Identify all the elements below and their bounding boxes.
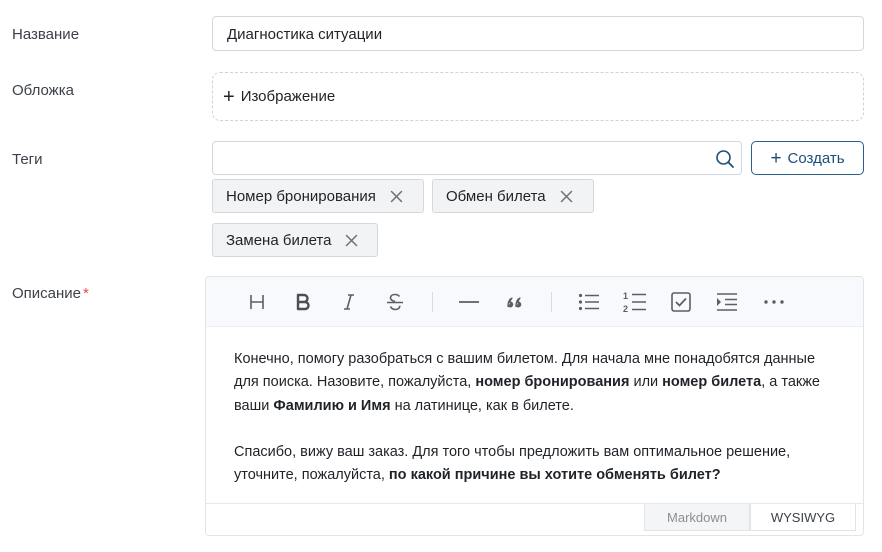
name-label: Название	[12, 26, 80, 43]
cover-label: Обложка	[12, 82, 74, 99]
editor-toolbar: 12	[206, 277, 863, 327]
heading-icon[interactable]	[245, 290, 269, 314]
markdown-tab[interactable]: Markdown	[644, 504, 750, 531]
tag-chip: Номер бронирования	[212, 179, 424, 213]
bullet-list-icon[interactable]	[577, 290, 601, 314]
horizontal-rule-icon[interactable]	[457, 290, 481, 314]
plus-icon: +	[223, 85, 235, 108]
plus-icon: +	[770, 147, 782, 169]
close-icon[interactable]	[345, 234, 358, 247]
more-icon[interactable]	[762, 290, 786, 314]
create-tag-button[interactable]: + Создать	[751, 141, 864, 175]
ordered-list-icon[interactable]: 12	[623, 290, 647, 314]
italic-icon[interactable]	[337, 290, 361, 314]
toolbar-divider	[551, 292, 552, 312]
required-mark: *	[83, 285, 89, 302]
close-icon[interactable]	[560, 190, 573, 203]
create-tag-label: Создать	[787, 149, 845, 167]
tag-chip-label: Номер бронирования	[226, 187, 376, 205]
quote-icon[interactable]	[503, 290, 527, 314]
strikethrough-icon[interactable]	[383, 290, 407, 314]
paragraph: Конечно, помогу разобраться с вашим биле…	[234, 351, 820, 414]
description-editor[interactable]: 12 Конечно, помогу разобраться с вашим б…	[205, 276, 864, 536]
tag-chip: Замена билета	[212, 223, 378, 257]
bold-icon[interactable]	[291, 290, 315, 314]
title-input[interactable]: Диагностика ситуации	[212, 16, 864, 51]
tags-search-input[interactable]	[213, 142, 693, 174]
wysiwyg-tab[interactable]: WYSIWYG	[750, 504, 856, 531]
task-list-icon[interactable]	[669, 290, 693, 314]
tag-chip-label: Обмен билета	[446, 187, 546, 205]
tag-chip-label: Замена билета	[226, 231, 332, 249]
paragraph: Спасибо, вижу ваш заказ. Для того чтобы …	[234, 443, 791, 484]
add-image-label: Изображение	[240, 88, 336, 105]
editor-mode-switch: Markdown WYSIWYG	[206, 503, 863, 535]
description-label: Описание *	[12, 285, 89, 302]
editor-content[interactable]: Конечно, помогу разобраться с вашим биле…	[206, 327, 863, 487]
svg-text:2: 2	[623, 304, 628, 314]
tag-chip: Обмен билета	[432, 179, 594, 213]
tags-label: Теги	[12, 151, 43, 168]
search-icon[interactable]	[715, 149, 735, 169]
svg-text:1: 1	[623, 291, 628, 301]
toolbar-divider	[432, 292, 433, 312]
close-icon[interactable]	[390, 190, 403, 203]
indent-icon[interactable]	[715, 290, 739, 314]
tags-search-field[interactable]	[212, 141, 742, 175]
add-image-button[interactable]: + Изображение	[212, 72, 864, 121]
